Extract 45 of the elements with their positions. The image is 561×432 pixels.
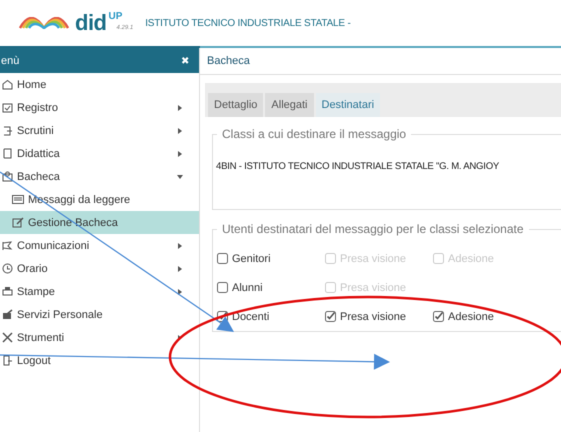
book-icon bbox=[2, 148, 13, 159]
page-title: Bacheca bbox=[200, 48, 561, 75]
checkbox-label: Adesione bbox=[448, 310, 494, 322]
checkbox[interactable] bbox=[325, 311, 336, 322]
printer-icon bbox=[2, 286, 13, 297]
logout-icon bbox=[2, 355, 13, 366]
menu-item[interactable]: Bacheca bbox=[17, 170, 177, 182]
menu-item[interactable]: Registro bbox=[17, 102, 177, 114]
checkbox-label: Adesione bbox=[448, 252, 494, 264]
menu-item[interactable]: Orario bbox=[17, 262, 177, 274]
checkbox-label: Presa visione bbox=[340, 282, 406, 294]
app-logo-text: did bbox=[75, 11, 106, 35]
list-icon bbox=[12, 194, 24, 205]
tab[interactable]: Allegati bbox=[265, 93, 314, 117]
checkbox[interactable] bbox=[433, 311, 444, 322]
selected-menu-item[interactable]: Gestione Bacheca bbox=[0, 211, 199, 234]
checkbox[interactable] bbox=[217, 282, 228, 293]
clock-icon bbox=[2, 263, 13, 274]
tab[interactable]: Dettaglio bbox=[208, 93, 264, 117]
home-icon bbox=[2, 79, 13, 90]
menu-item[interactable]: Home bbox=[17, 78, 187, 90]
flag-icon bbox=[2, 240, 13, 251]
edit-icon bbox=[12, 217, 24, 228]
checkbox-label: Presa visione bbox=[340, 252, 406, 264]
checkbox[interactable] bbox=[217, 253, 228, 264]
menu-item[interactable]: Stampe bbox=[17, 286, 177, 298]
checkbox-label: Docenti bbox=[232, 310, 270, 322]
menu-item[interactable]: Didattica bbox=[17, 148, 177, 160]
checkbox-label: Presa visione bbox=[340, 310, 406, 322]
app-logo-superscript: UP bbox=[108, 11, 124, 22]
class-entry[interactable]: 4BIN - ISTITUTO TECNICO INDUSTRIALE STATALE "G. M. ANGIOY bbox=[213, 141, 561, 209]
checkbox-label: Genitori bbox=[232, 252, 271, 264]
menu-title: enù bbox=[1, 54, 20, 66]
school-name: ISTITUTO TECNICO INDUSTRIALE STATALE - bbox=[145, 18, 351, 28]
menu-item[interactable]: Servizi Personale bbox=[17, 308, 187, 320]
close-icon[interactable]: ✖ bbox=[181, 54, 189, 66]
menu-item[interactable]: Scrutini bbox=[17, 124, 177, 136]
menu-item[interactable]: Comunicazioni bbox=[17, 240, 177, 252]
logo-icon bbox=[19, 17, 69, 29]
checkbox-label: Alunni bbox=[232, 282, 263, 294]
calendar-icon bbox=[2, 102, 13, 113]
tools-icon bbox=[2, 332, 13, 343]
menu-item[interactable]: Strumenti bbox=[17, 332, 177, 344]
tab[interactable]: Destinatari bbox=[316, 93, 380, 117]
menu-item[interactable]: Logout bbox=[17, 354, 187, 366]
